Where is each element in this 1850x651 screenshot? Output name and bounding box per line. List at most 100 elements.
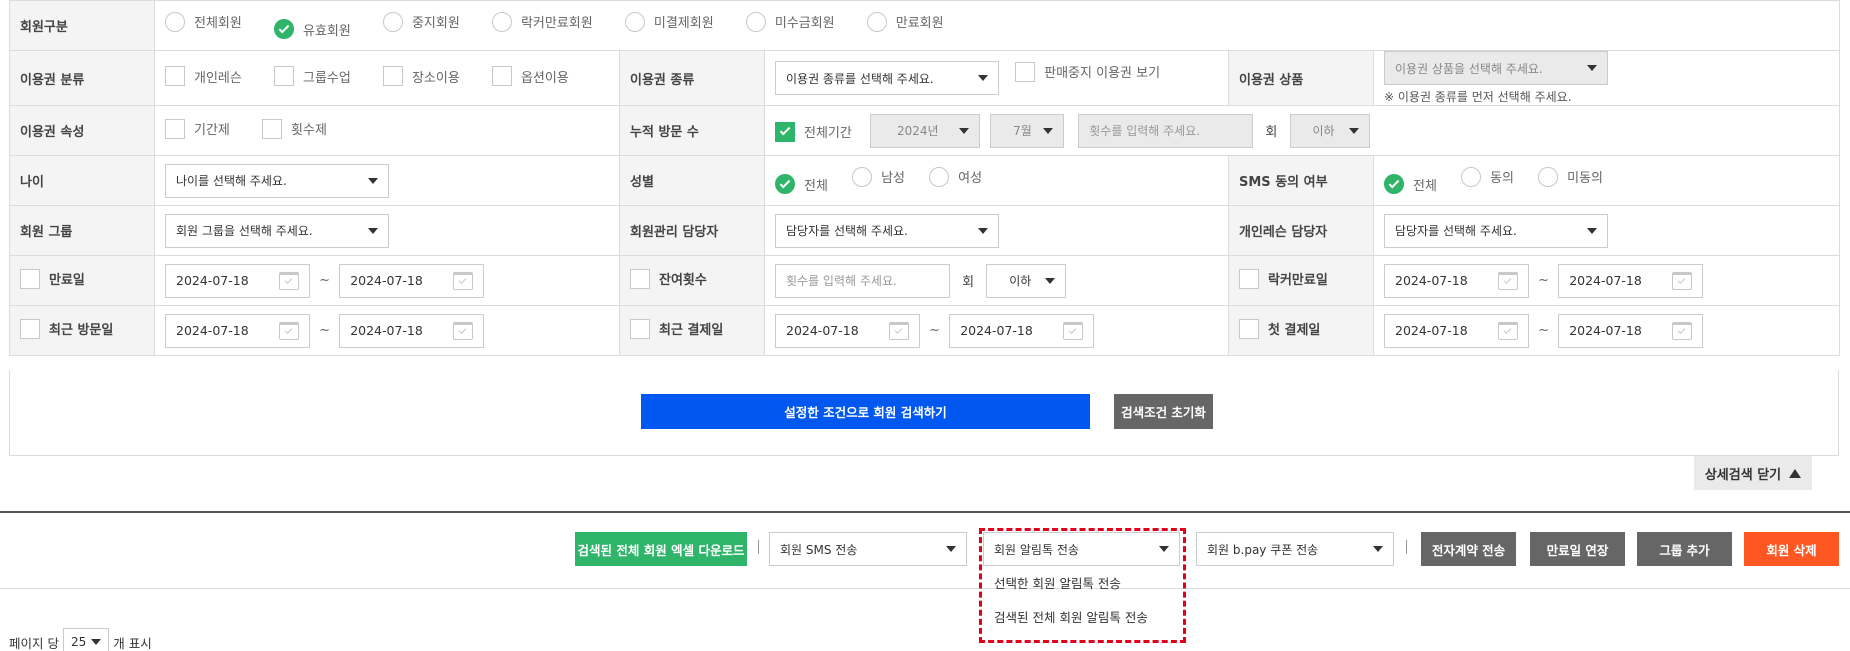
- separator: [1406, 540, 1407, 554]
- manager-select[interactable]: 담당자를 선택해 주세요.: [775, 213, 999, 248]
- reset-filters-button[interactable]: 검색조건 초기화: [1114, 394, 1213, 429]
- lesson-manager-select[interactable]: 담당자를 선택해 주세요.: [1384, 213, 1608, 248]
- expiry-cell: 2024-07-18 ~ 2024-07-18: [154, 255, 620, 306]
- expiry-to-input[interactable]: 2024-07-18: [339, 263, 485, 298]
- radio-all-members[interactable]: 전체회원: [165, 11, 242, 32]
- radio-receivable-members[interactable]: 미수금회원: [745, 11, 835, 32]
- expiry-from-input[interactable]: 2024-07-18: [165, 263, 310, 298]
- checkbox-icon: [273, 66, 294, 86]
- radio-gender-female[interactable]: 여성: [929, 166, 982, 187]
- pass-attr-label: 이용권 속성: [9, 105, 155, 156]
- radio-icon: [1538, 166, 1559, 187]
- remaining-compare-select[interactable]: 이하: [986, 263, 1067, 298]
- radio-unpaid-members[interactable]: 미결제회원: [624, 11, 714, 32]
- pass-type-label: 이용권 종류: [619, 50, 765, 106]
- radio-sms-all[interactable]: 전체: [1384, 174, 1437, 195]
- checkbox-icon: [382, 66, 403, 86]
- chevron-down-icon: [368, 177, 378, 184]
- manager-label: 회원관리 담당자: [619, 205, 765, 256]
- locker-expiry-from-input[interactable]: 2024-07-18: [1384, 263, 1529, 298]
- last-visit-from-input[interactable]: 2024-07-18: [165, 313, 310, 348]
- expiry-checkbox[interactable]: [20, 268, 40, 289]
- calendar-icon: [279, 271, 299, 290]
- checkbox-private-lesson[interactable]: 개인레슨: [165, 66, 242, 86]
- chevron-down-icon: [368, 227, 378, 234]
- pass-product-select[interactable]: 이용권 상품을 선택해 주세요.: [1384, 51, 1608, 85]
- checkbox-group-class[interactable]: 그룹수업: [273, 66, 351, 86]
- remaining-count-input[interactable]: 횟수를 입력해 주세요.: [775, 263, 950, 298]
- sms-send-select[interactable]: 회원 SMS 전송: [769, 532, 967, 566]
- chevron-down-icon: [1043, 127, 1054, 134]
- radio-locker-expired-members[interactable]: 락커만료회원: [491, 11, 593, 32]
- visit-month-select[interactable]: 7월: [990, 113, 1065, 148]
- first-payment-from-input[interactable]: 2024-07-18: [1384, 313, 1529, 348]
- checkbox-stopped-sales[interactable]: 판매중지 이용권 보기: [1015, 61, 1160, 82]
- section-divider: [0, 511, 1850, 513]
- checkbox-icon: [262, 118, 283, 139]
- age-cell: 나이를 선택해 주세요.: [154, 155, 620, 206]
- last-payment-label: 최근 결제일: [659, 323, 724, 338]
- lesson-manager-label: 개인레슨 담당자: [1228, 205, 1374, 256]
- last-visit-to-input[interactable]: 2024-07-18: [339, 313, 485, 348]
- first-payment-to-input[interactable]: 2024-07-18: [1558, 313, 1704, 348]
- radio-icon: [1461, 166, 1482, 187]
- delete-member-button[interactable]: 회원 삭제: [1744, 532, 1839, 566]
- search-button[interactable]: 설정한 조건으로 회원 검색하기: [641, 394, 1090, 429]
- bpay-coupon-select[interactable]: 회원 b.pay 쿠폰 전송: [1196, 532, 1394, 566]
- calendar-icon: [1672, 271, 1693, 290]
- add-group-button[interactable]: 그룹 추가: [1637, 532, 1732, 566]
- last-payment-cell: 2024-07-18 ~ 2024-07-18: [764, 305, 1229, 356]
- checkbox-count-based[interactable]: 횟수제: [262, 118, 327, 139]
- age-select[interactable]: 나이를 선택해 주세요.: [165, 163, 389, 198]
- remaining-unit: 회: [962, 275, 975, 290]
- chevron-down-icon: [1587, 227, 1597, 234]
- checkbox-option-use[interactable]: 옵션이용: [491, 66, 569, 86]
- age-label: 나이: [9, 155, 155, 206]
- excel-download-button[interactable]: 검색된 전체 회원 엑셀 다운로드: [575, 532, 747, 566]
- first-payment-checkbox[interactable]: [1239, 318, 1259, 339]
- visit-count-input[interactable]: 횟수를 입력해 주세요.: [1078, 113, 1254, 148]
- page-size-select[interactable]: 25: [62, 628, 110, 651]
- last-payment-to-input[interactable]: 2024-07-18: [949, 313, 1095, 348]
- visit-unit: 회: [1265, 125, 1278, 140]
- remaining-cell: 횟수를 입력해 주세요. 회 이하: [764, 255, 1229, 306]
- radio-sms-agree[interactable]: 동의: [1461, 166, 1514, 187]
- checkbox-icon: [165, 66, 185, 86]
- radio-gender-all[interactable]: 전체: [775, 174, 828, 195]
- pass-product-cell: 이용권 상품을 선택해 주세요. ※ 이용권 종류를 먼저 선택해 주세요.: [1372, 50, 1841, 106]
- last-visit-checkbox[interactable]: [20, 318, 40, 339]
- checkbox-facility-use[interactable]: 장소이용: [382, 66, 460, 86]
- locker-expiry-to-input[interactable]: 2024-07-18: [1558, 263, 1704, 298]
- visit-year-select[interactable]: 2024년: [869, 113, 980, 148]
- visit-compare-select[interactable]: 이하: [1289, 113, 1370, 148]
- chevron-down-icon: [91, 639, 102, 645]
- calendar-icon: [279, 321, 299, 340]
- radio-sms-disagree[interactable]: 미동의: [1538, 166, 1603, 187]
- radio-gender-male[interactable]: 남성: [852, 166, 905, 187]
- pass-type-select[interactable]: 이용권 종류를 선택해 주세요.: [775, 61, 999, 95]
- pass-type-cell: 이용권 종류를 선택해 주세요. 판매중지 이용권 보기: [764, 50, 1229, 106]
- checkbox-icon: [1015, 61, 1036, 82]
- remaining-checkbox[interactable]: [630, 268, 650, 289]
- checkbox-period-based[interactable]: 기간제: [165, 118, 230, 139]
- radio-valid-members[interactable]: 유효회원: [273, 19, 351, 40]
- checkbox-all-period[interactable]: 전체기간: [775, 121, 852, 142]
- visits-label: 누적 방문 수: [619, 105, 765, 156]
- member-group-cell: 회원 그룹을 선택해 주세요.: [154, 205, 620, 256]
- e-contract-button[interactable]: 전자계약 전송: [1421, 532, 1516, 566]
- first-payment-cell: 2024-07-18 ~ 2024-07-18: [1372, 305, 1841, 356]
- checkbox-icon: [165, 118, 185, 139]
- search-button-row: 설정한 조건으로 회원 검색하기 검색조건 초기화: [9, 370, 1839, 456]
- last-payment-from-input[interactable]: 2024-07-18: [775, 313, 920, 348]
- radio-icon: [624, 11, 645, 32]
- locker-expiry-checkbox[interactable]: [1239, 268, 1259, 289]
- radio-expired-members[interactable]: 만료회원: [866, 11, 944, 32]
- last-payment-checkbox[interactable]: [630, 318, 650, 339]
- member-group-select[interactable]: 회원 그룹을 선택해 주세요.: [165, 213, 389, 248]
- detail-search-toggle[interactable]: 상세검색 닫기: [1694, 456, 1812, 490]
- page-size-control: 페이지 당 25 개 표시: [9, 628, 152, 651]
- extend-expiry-button[interactable]: 만료일 연장: [1530, 532, 1625, 566]
- radio-icon: [165, 11, 185, 32]
- radio-paused-members[interactable]: 중지회원: [382, 11, 460, 32]
- gender-label: 성별: [619, 155, 765, 206]
